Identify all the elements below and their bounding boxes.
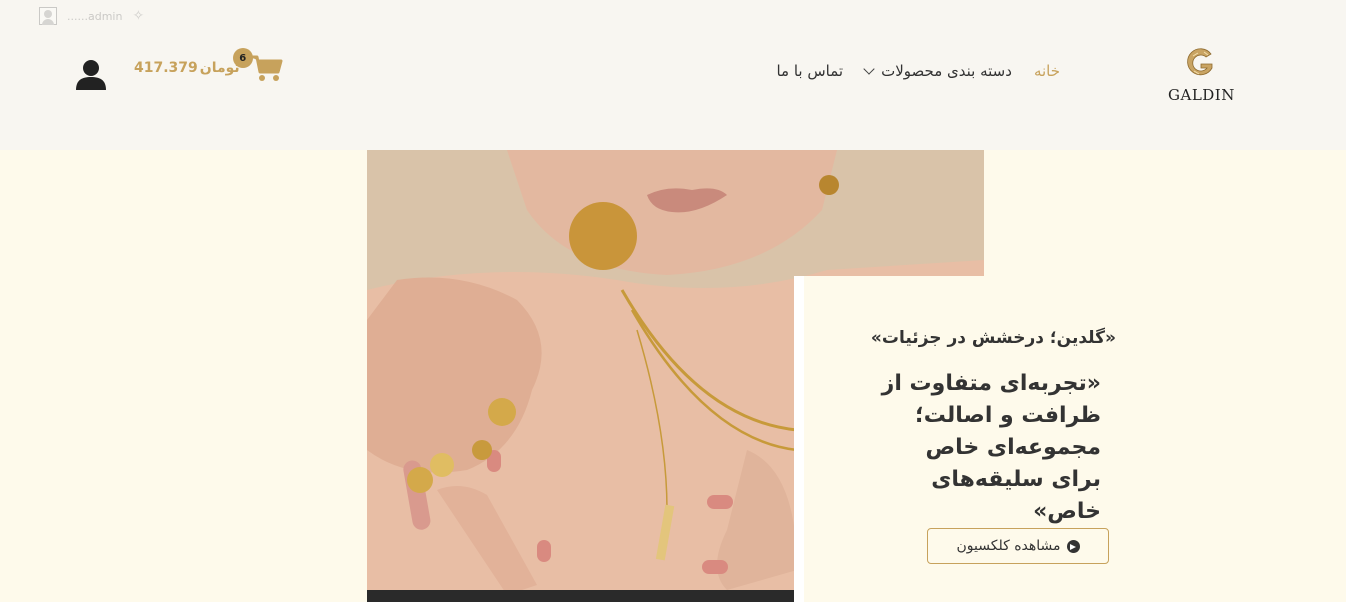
- cart-total: 417.379 تومان: [134, 60, 240, 76]
- hero-tagline: «گلدین؛ درخشش در جزئیات»: [870, 328, 1116, 348]
- admin-bar[interactable]: ......admin ✧: [39, 7, 144, 25]
- view-collection-button[interactable]: مشاهده کلکسیون: [927, 528, 1109, 564]
- admin-sparkle-icon[interactable]: ✧: [132, 8, 144, 24]
- site-logo[interactable]: GALDIN: [1168, 46, 1234, 104]
- cart-amount: 417.379: [134, 60, 198, 76]
- cta-label: مشاهده کلکسیون: [956, 538, 1061, 554]
- site-header: ......admin ✧ GALDIN خانه دسته بندی محصو…: [0, 0, 1346, 150]
- logo-text: GALDIN: [1168, 86, 1235, 104]
- admin-username[interactable]: ......admin: [67, 10, 122, 23]
- cart-count-badge: 6: [232, 48, 253, 68]
- user-icon[interactable]: [74, 58, 108, 92]
- arrow-circle-right-icon: [1066, 539, 1080, 553]
- hero-headline: «تجربه‌ای متفاوت از ظرافت و اصالت؛ مجموع…: [881, 371, 1101, 524]
- nav-item-categories[interactable]: دسته بندی محصولات: [863, 62, 1012, 80]
- nav-item-home[interactable]: خانه: [1034, 62, 1060, 80]
- cart-button[interactable]: 6: [232, 48, 284, 84]
- cart-icon: [250, 55, 283, 81]
- logo-g-icon: [1187, 48, 1213, 76]
- nav-item-label: تماس با ما: [776, 62, 844, 80]
- main-nav: خانه دسته بندی محصولات تماس با ما: [776, 62, 1060, 80]
- chevron-down-icon: [863, 63, 875, 75]
- avatar-icon[interactable]: [39, 7, 57, 25]
- nav-item-label: خانه: [1033, 62, 1060, 80]
- nav-item-label: دسته بندی محصولات: [881, 62, 1012, 80]
- cart-summary[interactable]: 417.379 تومان 6: [134, 48, 284, 84]
- nav-item-contact[interactable]: تماس با ما: [776, 62, 843, 80]
